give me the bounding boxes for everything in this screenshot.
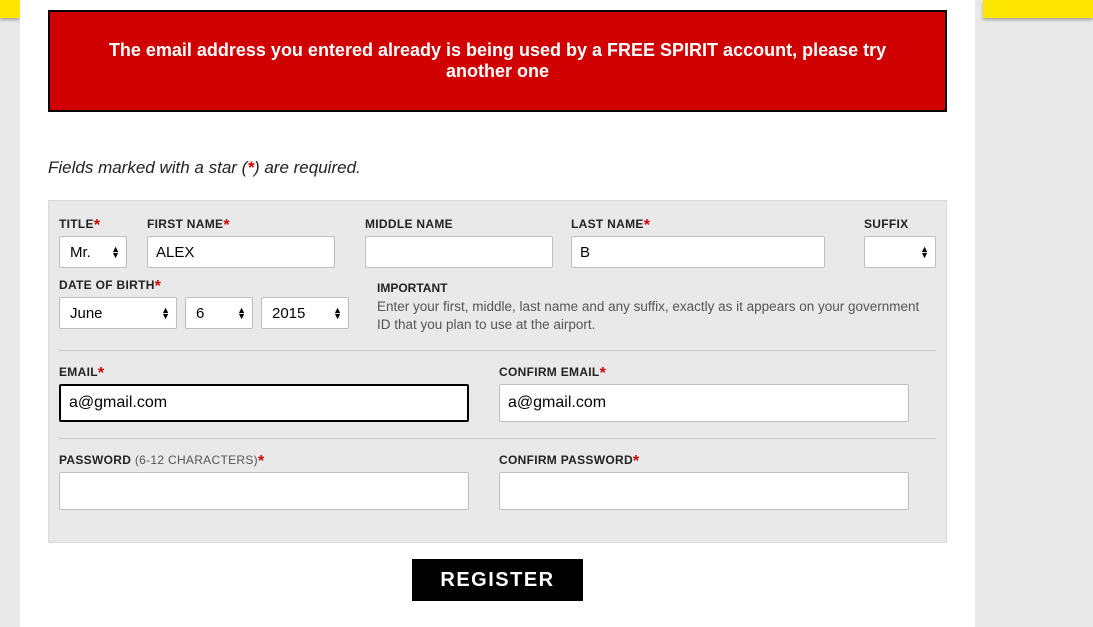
note-post: ) are required. bbox=[254, 158, 361, 177]
day-select[interactable]: 6 ▲▼ bbox=[185, 297, 253, 329]
confirm-password-label: CONFIRM PASSWORD* bbox=[499, 453, 909, 467]
last-name-input[interactable] bbox=[571, 236, 825, 268]
confirm-email-input[interactable] bbox=[499, 384, 909, 422]
suffix-label: SUFFIX bbox=[864, 217, 936, 231]
month-value: June bbox=[70, 305, 103, 322]
asterisk-icon: * bbox=[94, 217, 101, 234]
title-value: Mr. bbox=[70, 244, 91, 261]
email-row: EMAIL* CONFIRM EMAIL* bbox=[59, 365, 936, 422]
password-label: PASSWORD (6-12 CHARACTERS)* bbox=[59, 453, 469, 467]
confirm-email-group: CONFIRM EMAIL* bbox=[499, 365, 909, 422]
divider-2 bbox=[59, 438, 936, 439]
password-hint: (6-12 CHARACTERS) bbox=[135, 453, 258, 467]
important-text: Enter your first, middle, last name and … bbox=[377, 298, 936, 334]
registration-form-card: The email address you entered already is… bbox=[20, 0, 975, 627]
last-name-group: LAST NAME* bbox=[571, 217, 825, 268]
title-group: TITLE* Mr. ▲▼ bbox=[59, 217, 127, 268]
email-input[interactable] bbox=[59, 384, 469, 422]
asterisk-icon: * bbox=[155, 278, 162, 295]
asterisk-icon: * bbox=[633, 453, 640, 470]
year-select[interactable]: 2015 ▲▼ bbox=[261, 297, 349, 329]
error-banner: The email address you entered already is… bbox=[48, 10, 947, 112]
password-group: PASSWORD (6-12 CHARACTERS)* bbox=[59, 453, 469, 510]
year-value: 2015 bbox=[272, 305, 305, 322]
day-value: 6 bbox=[196, 305, 204, 322]
email-group: EMAIL* bbox=[59, 365, 469, 422]
asterisk-icon: * bbox=[98, 365, 105, 382]
important-block: IMPORTANT Enter your first, middle, last… bbox=[377, 281, 936, 334]
password-input[interactable] bbox=[59, 472, 469, 510]
note-star-icon: * bbox=[247, 158, 254, 177]
chevron-updown-icon: ▲▼ bbox=[111, 246, 120, 258]
suffix-group: SUFFIX ▲▼ bbox=[864, 217, 936, 268]
password-row: PASSWORD (6-12 CHARACTERS)* CONFIRM PASS… bbox=[59, 453, 936, 510]
important-title: IMPORTANT bbox=[377, 281, 936, 295]
title-select[interactable]: Mr. ▲▼ bbox=[59, 236, 127, 268]
asterisk-icon: * bbox=[223, 217, 230, 234]
middle-name-input[interactable] bbox=[365, 236, 553, 268]
chevron-updown-icon: ▲▼ bbox=[920, 246, 929, 258]
title-label: TITLE* bbox=[59, 217, 127, 231]
middle-name-label: MIDDLE NAME bbox=[365, 217, 553, 231]
name-row: TITLE* Mr. ▲▼ FIRST NAME* MIDDLE NAME LA… bbox=[59, 217, 936, 268]
dob-group: DATE OF BIRTH* June ▲▼ 6 ▲▼ 2015 ▲▼ bbox=[59, 278, 349, 334]
form-panel: TITLE* Mr. ▲▼ FIRST NAME* MIDDLE NAME LA… bbox=[48, 200, 947, 543]
chevron-updown-icon: ▲▼ bbox=[161, 307, 170, 319]
chevron-updown-icon: ▲▼ bbox=[237, 307, 246, 319]
dob-label: DATE OF BIRTH* bbox=[59, 278, 349, 292]
confirm-password-group: CONFIRM PASSWORD* bbox=[499, 453, 909, 510]
yellow-bar-left bbox=[0, 0, 20, 18]
asterisk-icon: * bbox=[600, 365, 607, 382]
divider-1 bbox=[59, 350, 936, 351]
chevron-updown-icon: ▲▼ bbox=[333, 307, 342, 319]
suffix-select[interactable]: ▲▼ bbox=[864, 236, 936, 268]
middle-name-group: MIDDLE NAME bbox=[365, 217, 553, 268]
required-fields-note: Fields marked with a star (*) are requir… bbox=[48, 158, 947, 178]
dob-row: DATE OF BIRTH* June ▲▼ 6 ▲▼ 2015 ▲▼ bbox=[59, 278, 936, 334]
yellow-bar-right bbox=[983, 0, 1093, 18]
first-name-label: FIRST NAME* bbox=[147, 217, 335, 231]
confirm-password-input[interactable] bbox=[499, 472, 909, 510]
first-name-group: FIRST NAME* bbox=[147, 217, 335, 268]
asterisk-icon: * bbox=[644, 217, 651, 234]
confirm-email-label: CONFIRM EMAIL* bbox=[499, 365, 909, 379]
first-name-input[interactable] bbox=[147, 236, 335, 268]
asterisk-icon: * bbox=[258, 453, 265, 470]
last-name-label: LAST NAME* bbox=[571, 217, 825, 231]
register-button[interactable]: REGISTER bbox=[412, 559, 582, 601]
email-label: EMAIL* bbox=[59, 365, 469, 379]
month-select[interactable]: June ▲▼ bbox=[59, 297, 177, 329]
note-pre: Fields marked with a star ( bbox=[48, 158, 247, 177]
